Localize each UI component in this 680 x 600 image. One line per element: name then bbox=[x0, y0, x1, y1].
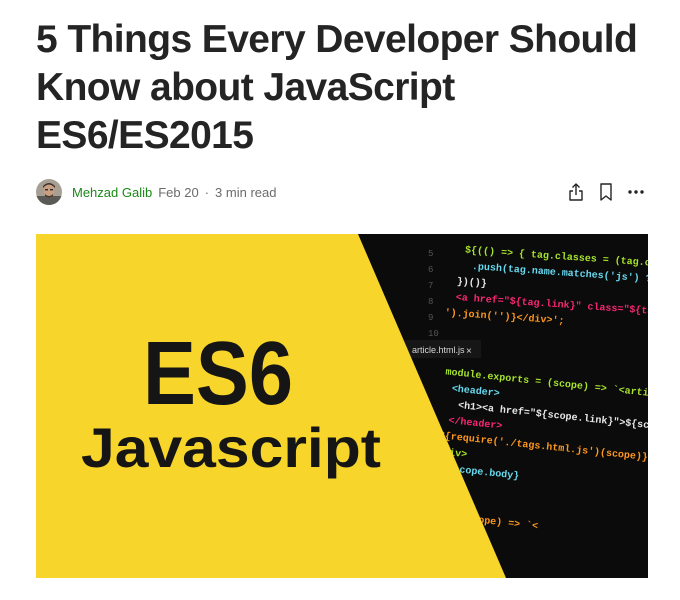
more-icon bbox=[628, 190, 644, 194]
avatar-image bbox=[36, 179, 62, 205]
article-actions bbox=[558, 180, 648, 204]
line-number: 10 bbox=[428, 329, 439, 339]
author-name-link[interactable]: Mehzad Galib bbox=[72, 185, 152, 200]
line-number: 9 bbox=[428, 313, 433, 323]
line-number: 6 bbox=[428, 265, 433, 275]
bookmark-icon bbox=[600, 183, 612, 201]
article-title: 5 Things Every Developer Should Know abo… bbox=[36, 16, 656, 160]
byline: Mehzad Galib Feb 20 · 3 min read bbox=[36, 178, 648, 206]
publish-date: Feb 20 bbox=[158, 184, 199, 200]
author-avatar[interactable] bbox=[36, 179, 62, 205]
share-button[interactable] bbox=[564, 180, 588, 204]
title-line-1: 5 Things Every Developer Should bbox=[36, 18, 638, 61]
title-line-3: ES6/ES2015 bbox=[36, 114, 254, 157]
hero-javascript-text: Javascript bbox=[81, 416, 381, 479]
bookmark-button[interactable] bbox=[594, 180, 618, 204]
share-icon bbox=[569, 183, 583, 201]
title-line-2: Know about JavaScript bbox=[36, 66, 455, 109]
meta-separator: · bbox=[204, 184, 210, 200]
hero-es6-text: ES6 bbox=[143, 324, 293, 424]
tab-close-icon: × bbox=[466, 346, 472, 357]
tab-label: article.html.js bbox=[412, 345, 465, 355]
post-meta: Feb 20 · 3 min read bbox=[158, 185, 276, 200]
line-number: 7 bbox=[428, 281, 433, 291]
hero-graphic: 5678910 ${(() => { tag.classes = (tag.cl… bbox=[36, 234, 648, 578]
line-number: 8 bbox=[428, 297, 433, 307]
line-number: 5 bbox=[428, 249, 433, 259]
read-time: 3 min read bbox=[215, 184, 277, 200]
hero-image: 5 6 7 8 9 10 ${(() => { tag.classes = (tag.cl… bbox=[36, 234, 648, 578]
code-line: })()} bbox=[456, 276, 487, 290]
more-options-button[interactable] bbox=[624, 180, 648, 204]
